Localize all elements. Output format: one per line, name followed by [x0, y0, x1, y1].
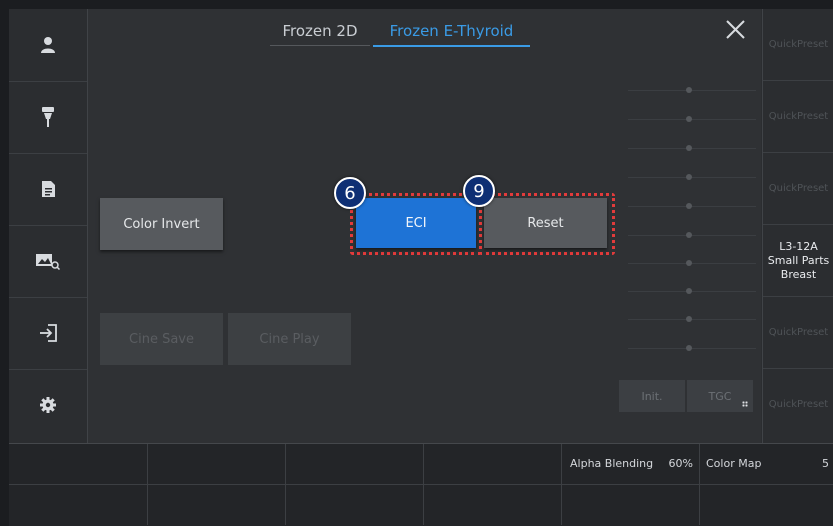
grid-dots-icon: [742, 401, 748, 407]
probe-icon: [42, 107, 54, 127]
bottom-cell[interactable]: [148, 444, 286, 485]
tgc-slider-handle[interactable]: [686, 260, 692, 266]
tgc-slider-handle[interactable]: [686, 316, 692, 322]
quick-preset-column: QuickPreset QuickPreset QuickPreset L3-1…: [762, 9, 833, 443]
probe-button[interactable]: [9, 81, 87, 154]
alpha-blending-label: Alpha Blending: [570, 457, 654, 470]
tgc-slider[interactable]: [628, 206, 756, 207]
tgc-slider[interactable]: [628, 319, 756, 320]
bottom-cell[interactable]: [286, 444, 424, 485]
eci-button[interactable]: ECI: [356, 198, 476, 248]
close-icon[interactable]: [720, 15, 750, 45]
cine-play-button[interactable]: Cine Play: [228, 313, 351, 365]
tgc-slider[interactable]: [628, 235, 756, 236]
bottom-cell[interactable]: [286, 485, 424, 525]
reset-step-badge: 9: [463, 175, 495, 207]
tgc-slider[interactable]: [628, 291, 756, 292]
tgc-label: TGC: [708, 389, 732, 403]
tgc-slider-handle[interactable]: [686, 87, 692, 93]
report-button[interactable]: [9, 153, 87, 226]
tgc-slider[interactable]: [628, 148, 756, 149]
bottom-cell[interactable]: [700, 485, 833, 525]
tgc-slider[interactable]: [628, 90, 756, 91]
tgc-slider-handle[interactable]: [686, 145, 692, 151]
bottom-cell[interactable]: [424, 485, 562, 525]
quick-preset-button[interactable]: QuickPreset: [763, 153, 833, 225]
quick-preset-button[interactable]: QuickPreset: [763, 369, 833, 440]
probe-app: Small Parts: [767, 253, 830, 267]
ultrasound-frozen-screen: Frozen 2D Frozen E-Thyroid Color Invert …: [9, 9, 833, 526]
bottom-cell[interactable]: [9, 485, 148, 525]
bottom-cell[interactable]: [562, 485, 700, 525]
image-search-icon: [36, 254, 61, 270]
exit-button[interactable]: [9, 297, 87, 370]
bottom-control-bar: Alpha Blending 60% Color Map 5: [9, 443, 833, 526]
quick-preset-button[interactable]: QuickPreset: [763, 297, 833, 369]
left-sidebar: [9, 9, 88, 443]
quick-preset-button[interactable]: QuickPreset: [763, 9, 833, 81]
quick-preset-button[interactable]: QuickPreset: [763, 81, 833, 153]
tab-frozen-2d[interactable]: Frozen 2D: [270, 17, 370, 46]
exit-icon: [40, 324, 57, 342]
tgc-button[interactable]: TGC: [687, 380, 753, 412]
tgc-slider-handle[interactable]: [686, 288, 692, 294]
tgc-slider-handle[interactable]: [686, 203, 692, 209]
color-map-value: 5: [822, 457, 829, 470]
probe-preset-button[interactable]: L3-12A Small Parts Breast: [763, 225, 833, 297]
cine-save-button[interactable]: Cine Save: [100, 313, 223, 365]
patient-button[interactable]: [9, 9, 87, 82]
tgc-slider-handle[interactable]: [686, 345, 692, 351]
document-icon: [41, 181, 55, 197]
color-invert-button[interactable]: Color Invert: [100, 198, 223, 250]
bottom-cell[interactable]: [148, 485, 286, 525]
bottom-cell[interactable]: [9, 444, 148, 485]
settings-button[interactable]: [9, 369, 87, 441]
alpha-blending-value: 60%: [668, 457, 693, 470]
user-icon: [41, 37, 55, 53]
tgc-slider[interactable]: [628, 263, 756, 264]
tgc-slider[interactable]: [628, 177, 756, 178]
gear-icon: [40, 397, 56, 413]
tgc-slider-handle[interactable]: [686, 174, 692, 180]
init-button[interactable]: Init.: [619, 380, 685, 412]
tgc-slider-handle[interactable]: [686, 116, 692, 122]
probe-model: L3-12A: [779, 239, 818, 253]
eci-step-badge: 6: [334, 177, 366, 209]
probe-preset: Breast: [780, 267, 817, 281]
review-button[interactable]: [9, 225, 87, 298]
main-panel: Frozen 2D Frozen E-Thyroid Color Invert …: [88, 9, 761, 443]
reset-button[interactable]: Reset: [484, 198, 607, 248]
color-map-control[interactable]: Color Map 5: [700, 444, 833, 485]
tgc-slider[interactable]: [628, 348, 756, 349]
tgc-slider-handle[interactable]: [686, 232, 692, 238]
color-map-label: Color Map: [706, 457, 762, 470]
tab-frozen-e-thyroid[interactable]: Frozen E-Thyroid: [373, 17, 530, 47]
tgc-slider[interactable]: [628, 119, 756, 120]
alpha-blending-control[interactable]: Alpha Blending 60%: [562, 444, 700, 485]
bottom-cell[interactable]: [424, 444, 562, 485]
